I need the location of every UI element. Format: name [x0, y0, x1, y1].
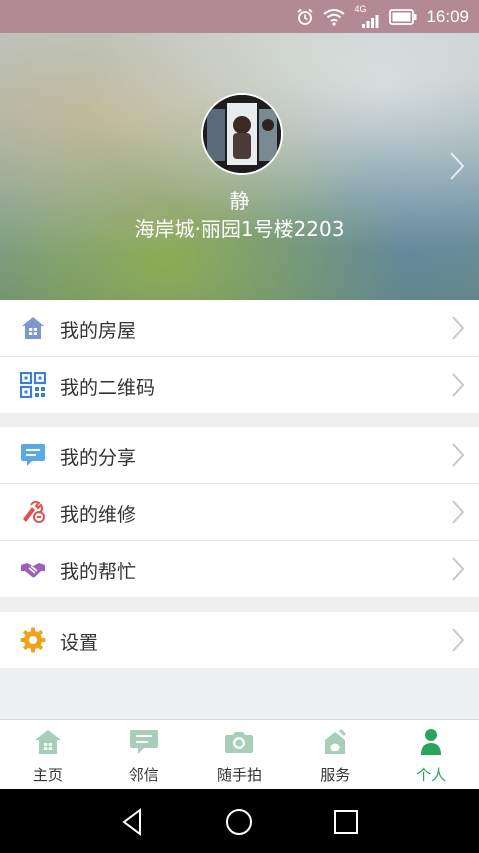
gear-icon	[20, 627, 46, 653]
menu-item-my-share[interactable]: 我的分享	[0, 427, 479, 484]
menu-group-home: 我的房屋 我的二维码	[0, 300, 479, 413]
menu-item-my-house[interactable]: 我的房屋	[0, 300, 479, 357]
bottom-tab-bar: 主页 邻信 随手拍 服务 个人	[0, 719, 479, 790]
tab-snapshot[interactable]: 随手拍	[192, 720, 288, 790]
system-navigation-bar	[0, 789, 479, 853]
status-time: 16:09	[426, 7, 469, 26]
menu-group-settings: 设置	[0, 612, 479, 668]
house-icon	[22, 317, 44, 339]
chevron-right-icon	[452, 628, 465, 652]
chevron-right-icon	[452, 443, 465, 467]
status-icons: 4G 16:09	[296, 4, 469, 29]
home-icon	[34, 730, 61, 754]
menu-group-activity: 我的分享 我的维修 我的帮忙	[0, 427, 479, 597]
service-icon	[325, 728, 347, 754]
tab-personal[interactable]: 个人	[383, 720, 479, 790]
battery-icon	[389, 9, 417, 25]
menu-label: 我的帮忙	[60, 561, 137, 583]
tab-services[interactable]: 服务	[287, 720, 383, 790]
back-icon[interactable]	[118, 807, 148, 837]
message-icon	[129, 730, 158, 754]
chevron-right-icon	[452, 316, 465, 340]
tab-label: 服务	[320, 766, 351, 784]
tab-label: 个人	[416, 766, 447, 784]
user-address: 海岸城·丽园1号楼2203	[134, 217, 345, 241]
chevron-right-icon[interactable]	[449, 151, 465, 181]
status-bar: 4G 16:09	[0, 0, 479, 33]
tab-neighbor-messages[interactable]: 邻信	[96, 720, 192, 790]
menu-label: 我的房屋	[60, 320, 137, 342]
menu-label: 我的二维码	[60, 377, 156, 399]
chevron-right-icon	[452, 373, 465, 397]
tab-label: 主页	[32, 766, 63, 784]
chevron-right-icon	[452, 557, 465, 581]
wifi-icon	[323, 9, 346, 26]
profile-header[interactable]: 静 海岸城·丽园1号楼2203	[0, 33, 479, 300]
tab-home[interactable]: 主页	[0, 720, 96, 790]
recent-apps-icon[interactable]	[331, 807, 361, 837]
menu-label: 我的维修	[60, 504, 137, 526]
home-circle-icon[interactable]	[224, 807, 254, 837]
repair-icon	[23, 500, 45, 523]
menu-label: 设置	[60, 632, 99, 654]
cellular-signal-icon: 4G	[354, 4, 380, 28]
chevron-right-icon	[452, 500, 465, 524]
tab-label: 邻信	[128, 766, 159, 784]
person-icon	[421, 729, 442, 755]
camera-icon	[225, 732, 254, 753]
user-name: 静	[229, 189, 250, 213]
qr-code-icon	[20, 372, 46, 398]
chat-bubble-icon	[21, 444, 45, 466]
menu-label: 我的分享	[60, 447, 137, 469]
alarm-icon	[297, 8, 314, 25]
tab-label: 随手拍	[216, 766, 262, 784]
network-type: 4G	[354, 4, 367, 14]
handshake-icon	[21, 563, 45, 578]
menu-item-my-repair[interactable]: 我的维修	[0, 484, 479, 541]
avatar[interactable]	[201, 93, 283, 175]
menu-item-my-help[interactable]: 我的帮忙	[0, 541, 479, 597]
menu-item-my-qr-code[interactable]: 我的二维码	[0, 357, 479, 413]
menu-item-settings[interactable]: 设置	[0, 612, 479, 668]
